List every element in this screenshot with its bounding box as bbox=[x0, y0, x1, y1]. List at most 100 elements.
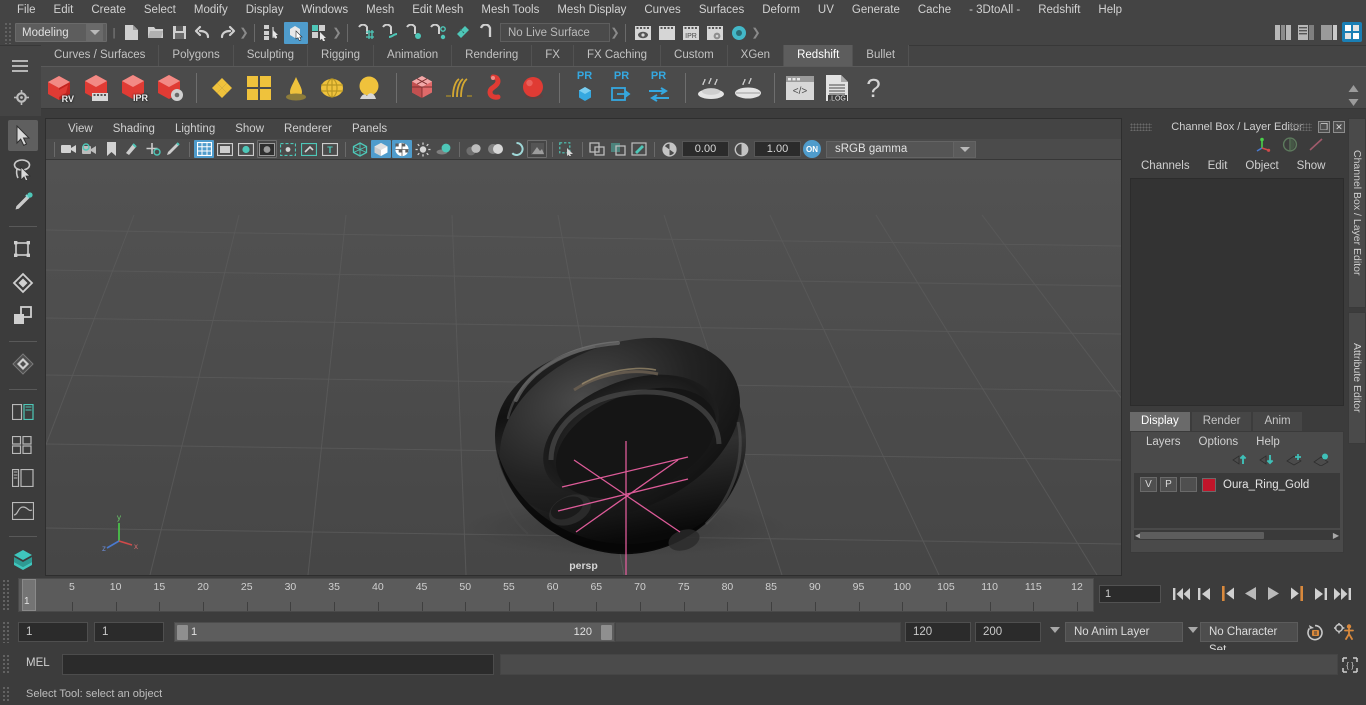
range-start-handle[interactable] bbox=[177, 625, 188, 640]
current-frame-field[interactable]: 1 bbox=[1099, 585, 1161, 603]
rs-proxy-icon[interactable] bbox=[404, 70, 439, 105]
gate-mask-icon[interactable] bbox=[257, 140, 277, 158]
shelf-tab-curves-surfaces[interactable]: Curves / Surfaces bbox=[41, 45, 160, 66]
rs-script-icon[interactable]: </> bbox=[782, 70, 817, 105]
save-scene-icon[interactable] bbox=[167, 22, 191, 44]
channel-menu-object[interactable]: Object bbox=[1236, 160, 1287, 172]
screen-space-ao-icon[interactable] bbox=[464, 140, 484, 158]
help-line-grip[interactable] bbox=[2, 686, 10, 702]
layer-menu-layers[interactable]: Layers bbox=[1137, 436, 1190, 448]
range-end-handle[interactable] bbox=[601, 625, 612, 640]
textured-icon[interactable] bbox=[392, 140, 412, 158]
auto-keyframe-icon[interactable] bbox=[1306, 624, 1324, 644]
character-set-chevron-down-icon[interactable] bbox=[1188, 627, 1198, 633]
command-language-label[interactable]: MEL bbox=[26, 657, 50, 669]
live-surface-field[interactable]: No Live Surface bbox=[500, 23, 610, 42]
vertical-tab-channel-box[interactable]: Channel Box / Layer Editor bbox=[1348, 118, 1366, 308]
lasso-select-tool-button[interactable] bbox=[8, 153, 38, 184]
shelf-tab-animation[interactable]: Animation bbox=[374, 45, 453, 66]
command-line-grip[interactable] bbox=[2, 654, 10, 674]
shelf-tab-sculpting[interactable]: Sculpting bbox=[233, 45, 309, 66]
rs-environment-icon[interactable] bbox=[315, 70, 350, 105]
last-tool-used-button[interactable] bbox=[8, 349, 38, 380]
menu-set-selector[interactable]: Modeling bbox=[15, 23, 107, 42]
rs-sphere-icon[interactable] bbox=[515, 70, 550, 105]
color-space-chevron-down-icon[interactable] bbox=[954, 140, 976, 158]
make-live-icon[interactable] bbox=[473, 22, 497, 44]
menu-item-mesh-tools[interactable]: Mesh Tools bbox=[472, 0, 548, 20]
workspace-selector-icon[interactable] bbox=[1342, 22, 1362, 42]
snap-to-projected-center-icon[interactable] bbox=[425, 22, 449, 44]
rs-bake-icon[interactable] bbox=[693, 70, 728, 105]
pr-transfer-icon[interactable]: PR bbox=[641, 70, 676, 105]
grease-pencil-icon[interactable] bbox=[164, 140, 184, 158]
shelf-tab-redshift[interactable]: Redshift bbox=[784, 45, 854, 66]
camera-attributes-icon[interactable] bbox=[80, 140, 100, 158]
layer-row-oura-ring-gold[interactable]: V P Oura_Ring_Gold bbox=[1134, 476, 1340, 493]
menu-item-generate[interactable]: Generate bbox=[843, 0, 909, 20]
show-manipulators-icon[interactable] bbox=[1256, 137, 1272, 155]
exposure-field[interactable]: 0.00 bbox=[682, 141, 729, 157]
open-scene-icon[interactable] bbox=[143, 22, 167, 44]
single-perspective-view-layout-button[interactable] bbox=[8, 397, 38, 428]
rs-material-blender-icon[interactable] bbox=[241, 70, 276, 105]
select-tool-button[interactable] bbox=[7, 120, 38, 152]
shelf-tab-custom[interactable]: Custom bbox=[661, 45, 728, 66]
smooth-shade-all-icon[interactable] bbox=[371, 140, 391, 158]
animation-end-time-field[interactable]: 200 bbox=[975, 622, 1041, 642]
isolate-select-icon[interactable] bbox=[557, 140, 577, 158]
step-forward-keyframe-icon[interactable] bbox=[1310, 583, 1329, 604]
shelf-tab-bullet[interactable]: Bullet bbox=[853, 45, 910, 66]
gamma-field[interactable]: 1.00 bbox=[754, 141, 801, 157]
scroll-right-icon[interactable]: ▶ bbox=[1333, 531, 1339, 540]
redshift-render-settings-icon[interactable] bbox=[152, 70, 187, 105]
layer-visibility-toggle[interactable]: V bbox=[1140, 477, 1157, 492]
play-forwards-icon[interactable] bbox=[1264, 583, 1283, 604]
shelf-tab-polygons[interactable]: Polygons bbox=[159, 45, 234, 66]
menu-item-redshift[interactable]: Redshift bbox=[1029, 0, 1089, 20]
close-icon[interactable]: ✕ bbox=[1333, 121, 1345, 133]
undock-icon[interactable]: ❐ bbox=[1318, 121, 1330, 133]
snap-to-point-icon[interactable] bbox=[401, 22, 425, 44]
menu-item-curves[interactable]: Curves bbox=[635, 0, 689, 20]
channel-box-icon[interactable] bbox=[1282, 137, 1298, 155]
chevron-down-icon[interactable] bbox=[86, 24, 103, 41]
select-by-object-icon[interactable] bbox=[284, 21, 308, 44]
two-d-pan-zoom-icon[interactable] bbox=[143, 140, 163, 158]
shelf-tab-rendering[interactable]: Rendering bbox=[452, 45, 533, 66]
shelf-tab-fx-caching[interactable]: FX Caching bbox=[573, 45, 662, 66]
create-new-layer-icon[interactable] bbox=[1286, 453, 1302, 469]
layer-list-scrollbar[interactable]: ◀ ▶ bbox=[1134, 530, 1340, 540]
animation-start-time-field[interactable]: 1 bbox=[18, 622, 88, 642]
anim-layer-selector[interactable]: No Anim Layer bbox=[1065, 622, 1183, 642]
rs-hair-icon[interactable] bbox=[441, 70, 476, 105]
channel-menu-show[interactable]: Show bbox=[1288, 160, 1335, 172]
layer-list[interactable]: V P Oura_Ring_Gold bbox=[1134, 473, 1340, 528]
create-layer-from-selected-icon[interactable] bbox=[1313, 453, 1329, 469]
status-line-grip[interactable] bbox=[4, 21, 12, 44]
step-back-keyframe-icon[interactable] bbox=[1195, 583, 1214, 604]
shelf-tab-fx[interactable]: FX bbox=[532, 45, 574, 66]
text-overlay-icon[interactable]: T bbox=[320, 140, 340, 158]
redshift-ipr-icon[interactable]: IPR bbox=[115, 70, 150, 105]
range-slider-grip[interactable] bbox=[2, 621, 10, 643]
panel-grip[interactable] bbox=[1130, 123, 1152, 131]
time-slider-grip[interactable] bbox=[2, 579, 10, 611]
rs-material-icon[interactable] bbox=[204, 70, 239, 105]
color-space-selector[interactable]: sRGB gamma bbox=[826, 140, 954, 158]
hypershade-icon[interactable] bbox=[727, 22, 751, 44]
persp-hypershade-layout-button[interactable] bbox=[8, 544, 38, 575]
snap-to-view-plane-icon[interactable] bbox=[449, 22, 473, 44]
playback-end-time-field[interactable]: 120 bbox=[905, 622, 971, 642]
move-layer-down-icon[interactable] bbox=[1259, 453, 1275, 469]
sidebar-toggle-icon[interactable] bbox=[1273, 22, 1293, 42]
snap-to-curve-icon[interactable] bbox=[377, 22, 401, 44]
command-input-field[interactable] bbox=[62, 654, 494, 675]
redshift-rv-icon[interactable]: RV bbox=[41, 70, 76, 105]
shelf-menu-icon[interactable] bbox=[12, 60, 28, 72]
viewport-menu-shading[interactable]: Shading bbox=[103, 119, 165, 139]
layer-menu-help[interactable]: Help bbox=[1247, 436, 1289, 448]
vertical-tab-attribute-editor[interactable]: Attribute Editor bbox=[1348, 312, 1366, 444]
xray-joints-icon[interactable] bbox=[608, 140, 628, 158]
scrollbar-thumb[interactable] bbox=[1140, 531, 1264, 539]
